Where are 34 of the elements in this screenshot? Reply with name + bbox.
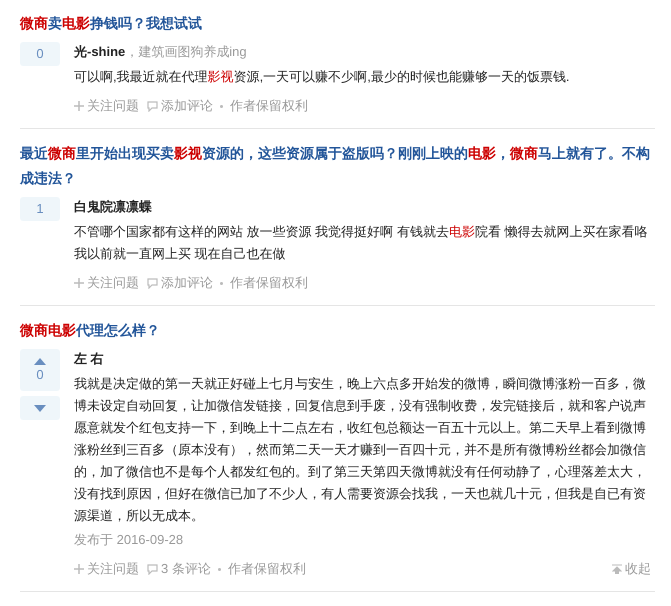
vote-count[interactable]: 1 — [20, 197, 60, 221]
plus-icon — [74, 101, 84, 111]
plus-icon — [74, 564, 84, 574]
question-title[interactable]: 最近微商里开始出现买卖影视资源的，这些资源属于盗版吗？刚刚上映的电影，微商马上就有了。不构成违法？ — [20, 141, 655, 191]
author-name[interactable]: 白鬼院凛凛蝶 — [74, 197, 152, 217]
author-name[interactable]: 左 右 — [74, 349, 104, 369]
collapse-icon — [612, 564, 622, 574]
plus-icon — [74, 278, 84, 288]
vote-count[interactable]: 0 — [20, 42, 60, 66]
up-arrow-icon — [34, 358, 46, 364]
rights-text: 作者保留权利 — [230, 274, 308, 292]
publish-date: 发布于 2016-09-28 — [74, 531, 184, 549]
follow-link[interactable]: 关注问题 — [74, 96, 139, 116]
answer-text: 不管哪个国家都有这样的网站 放一些资源 我觉得挺好啊 有钱就去电影院看 懒得去就网上买在家看咯我以前就一直网上买 现在自己也在做 — [74, 223, 648, 263]
follow-link[interactable]: 关注问题 — [74, 559, 139, 579]
collapse-link[interactable]: 收起 — [612, 559, 655, 579]
author-bio: ，建筑画图狗养成ing — [125, 43, 247, 61]
answer-text: 可以啊,我最近就在代理影视资源,一天可以赚不少啊,最少的时候也能赚够一天的饭票钱. — [74, 68, 570, 86]
question-title[interactable]: 微商电影代理怎么样？ — [20, 318, 655, 343]
down-arrow-icon — [34, 404, 46, 412]
comment-link[interactable]: 3 条评论 — [147, 559, 211, 579]
downvote-button[interactable] — [20, 396, 60, 420]
author-name[interactable]: 光-shine — [74, 42, 126, 62]
speech-bubble-icon — [147, 278, 158, 288]
comment-link[interactable]: 添加评论 — [147, 273, 213, 293]
rights-text: 作者保留权利 — [228, 560, 306, 578]
question-title[interactable]: 微商卖电影挣钱吗？我想试试 — [20, 11, 655, 36]
rights-text: 作者保留权利 — [230, 97, 308, 115]
answer-text: 我就是决定做的第一天就正好碰上七月与安生，晚上六点多开始发的微博，瞬间微博涨粉一百多，微博未设定自动回复，让加微信发链接，回复信息到手废，没有强制收费，发完链接后，就和客户说声愿意就发个红包支持一下，到晚上十二点左右，收红包总额达一百五十元以上。第二天早上看到微博涨粉丝到三百多（原本没有），然而第二天一天才赚到一百四十元，并不是所有微博粉丝都会加微信的，加了微信也不是每个人都发红包的。到了第三天第四天微博就没有任何动静了，心理落差太大，没有找到原因，但好在微信已加了不少人，有人需要资源会找我，一天也就几十元，但我是自已有资源渠道，所以无成本。 — [74, 375, 647, 525]
follow-link[interactable]: 关注问题 — [74, 273, 139, 293]
speech-bubble-icon — [147, 564, 158, 574]
comment-link[interactable]: 添加评论 — [147, 96, 213, 116]
upvote-button[interactable]: 0 — [20, 349, 60, 391]
speech-bubble-icon — [147, 100, 158, 112]
